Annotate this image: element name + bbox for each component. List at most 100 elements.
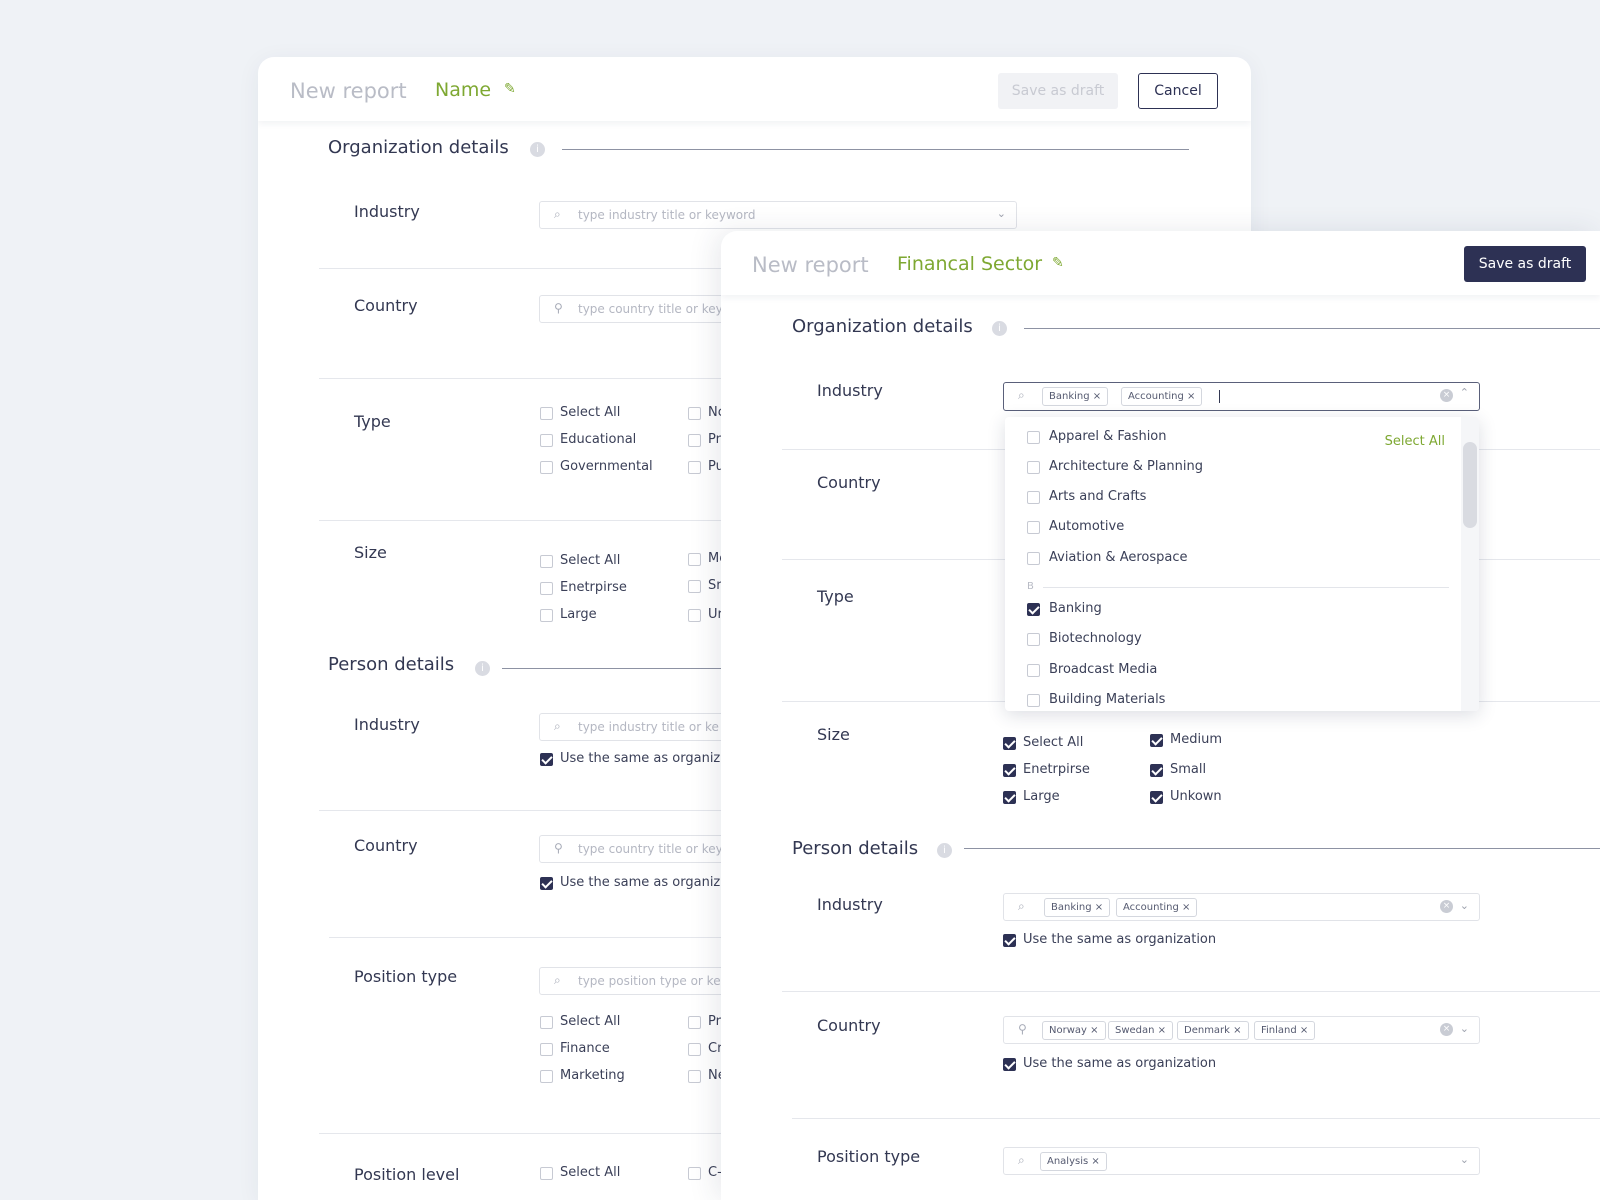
chevron-down-icon: ⌄ (996, 207, 1006, 220)
save-draft-button[interactable]: Save as draft (1464, 246, 1586, 282)
industry-option-label[interactable]: Architecture & Planning (1049, 459, 1203, 474)
type-option-label: Educational (560, 432, 637, 447)
position-checkbox[interactable] (540, 1016, 553, 1029)
chevron-up-icon[interactable]: ⌃ (1460, 386, 1469, 399)
industry-option-label[interactable]: Banking (1049, 601, 1102, 616)
position-option-label: Finance (560, 1041, 610, 1056)
country-tag[interactable]: Norway × (1042, 1021, 1106, 1040)
industry-option-checkbox[interactable] (1027, 633, 1040, 646)
info-icon[interactable]: i (937, 843, 952, 858)
pencil-icon[interactable]: ✎ (504, 81, 516, 97)
info-icon[interactable]: i (475, 661, 490, 676)
position-checkbox[interactable] (688, 1016, 701, 1029)
clear-icon[interactable]: × (1440, 1023, 1453, 1036)
country-tag[interactable]: Denmark × (1177, 1021, 1249, 1040)
chevron-down-icon[interactable]: ⌄ (1460, 899, 1469, 912)
country-tag[interactable]: Finland × (1254, 1021, 1316, 1040)
industry-option-checkbox[interactable] (1027, 603, 1040, 616)
position-option-label: Select All (560, 1014, 621, 1029)
industry-option-label[interactable]: Aviation & Aerospace (1049, 550, 1188, 565)
report-name[interactable]: Financal Sector (897, 253, 1042, 275)
industry-option-checkbox[interactable] (1027, 664, 1040, 677)
type-checkbox[interactable] (540, 434, 553, 447)
report-name[interactable]: Name (435, 79, 491, 101)
industry-option-label[interactable]: Biotechnology (1049, 631, 1142, 646)
size-option-label: Unkown (1170, 789, 1222, 804)
size-checkbox[interactable] (1003, 791, 1016, 804)
industry-option-checkbox[interactable] (1027, 431, 1040, 444)
search-icon: ⌕ (554, 207, 561, 221)
size-checkbox[interactable] (540, 582, 553, 595)
country-placeholder: type country title or key (578, 842, 723, 856)
size-option-label: Large (1023, 789, 1060, 804)
field-label-person-country: Country (817, 1016, 881, 1035)
report-header: New report Name ✎ Save as draft Cancel (258, 57, 1251, 121)
size-checkbox[interactable] (1003, 737, 1016, 750)
field-label-country: Country (354, 296, 418, 315)
industry-option-label[interactable]: Broadcast Media (1049, 662, 1157, 677)
clear-icon[interactable]: × (1440, 389, 1453, 402)
industry-select[interactable]: ⌕ Banking × Accounting × × ⌃ (1003, 382, 1480, 411)
position-checkbox[interactable] (688, 1043, 701, 1056)
field-label-position-level: Position level (354, 1165, 460, 1184)
field-label-size: Size (354, 543, 387, 562)
scrollbar-thumb[interactable] (1463, 442, 1477, 528)
industry-option-label[interactable]: Arts and Crafts (1049, 489, 1146, 504)
person-industry-select[interactable]: ⌕ Banking × Accounting × × ⌄ (1003, 893, 1480, 921)
position-level-checkbox[interactable] (540, 1167, 553, 1180)
info-icon[interactable]: i (530, 142, 545, 157)
industry-tag[interactable]: Banking × (1044, 898, 1111, 917)
report-header: New report Financal Sector ✎ Save as dra… (721, 231, 1600, 295)
industry-tag[interactable]: Accounting × (1116, 898, 1198, 917)
field-label-size: Size (817, 725, 850, 744)
dropdown-select-all[interactable]: Select All (1385, 434, 1445, 449)
type-checkbox[interactable] (688, 434, 701, 447)
type-checkbox[interactable] (540, 461, 553, 474)
industry-option-checkbox[interactable] (1027, 461, 1040, 474)
position-checkbox[interactable] (540, 1070, 553, 1083)
industry-option-checkbox[interactable] (1027, 552, 1040, 565)
info-icon[interactable]: i (992, 321, 1007, 336)
same-as-org-checkbox[interactable] (540, 877, 553, 890)
chevron-down-icon[interactable]: ⌄ (1460, 1153, 1469, 1166)
cancel-button[interactable]: Cancel (1138, 73, 1218, 109)
size-checkbox[interactable] (688, 553, 701, 566)
size-checkbox[interactable] (1150, 791, 1163, 804)
save-draft-button[interactable]: Save as draft (998, 73, 1118, 109)
same-as-org-checkbox[interactable] (540, 753, 553, 766)
location-pin-icon: ⚲ (1018, 1022, 1027, 1036)
position-tag[interactable]: Analysis × (1040, 1152, 1107, 1171)
industry-option-checkbox[interactable] (1027, 491, 1040, 504)
type-checkbox[interactable] (688, 407, 701, 420)
size-checkbox[interactable] (540, 609, 553, 622)
position-checkbox[interactable] (688, 1070, 701, 1083)
size-checkbox[interactable] (1150, 734, 1163, 747)
chevron-down-icon[interactable]: ⌄ (1460, 1022, 1469, 1035)
size-checkbox[interactable] (688, 580, 701, 593)
clear-icon[interactable]: × (1440, 900, 1453, 913)
industry-option-label[interactable]: Automotive (1049, 519, 1124, 534)
industry-option-label[interactable]: Apparel & Fashion (1049, 429, 1167, 444)
section-title-organization: Organization details (328, 137, 509, 158)
same-as-org-checkbox[interactable] (1003, 1058, 1016, 1071)
size-checkbox[interactable] (1150, 764, 1163, 777)
position-type-select[interactable]: ⌕ Analysis × ⌄ (1003, 1147, 1480, 1175)
industry-option-checkbox[interactable] (1027, 521, 1040, 534)
pencil-icon[interactable]: ✎ (1052, 255, 1064, 271)
type-checkbox[interactable] (688, 461, 701, 474)
person-country-select[interactable]: ⚲ Norway × Swedan × Denmark × Finland × … (1003, 1016, 1480, 1044)
size-checkbox[interactable] (688, 609, 701, 622)
country-tag[interactable]: Swedan × (1108, 1021, 1174, 1040)
industry-tag[interactable]: Accounting × (1121, 387, 1203, 406)
position-checkbox[interactable] (540, 1043, 553, 1056)
tag-label: Banking (1051, 902, 1092, 913)
industry-tag[interactable]: Banking × (1042, 387, 1109, 406)
position-level-checkbox[interactable] (688, 1167, 701, 1180)
industry-option-label[interactable]: Building Materials (1049, 692, 1165, 707)
industry-option-checkbox[interactable] (1027, 694, 1040, 707)
size-checkbox[interactable] (540, 555, 553, 568)
size-checkbox[interactable] (1003, 764, 1016, 777)
type-checkbox[interactable] (540, 407, 553, 420)
same-as-org-checkbox[interactable] (1003, 934, 1016, 947)
industry-select[interactable]: ⌕ type industry title or keyword ⌄ (539, 201, 1017, 229)
